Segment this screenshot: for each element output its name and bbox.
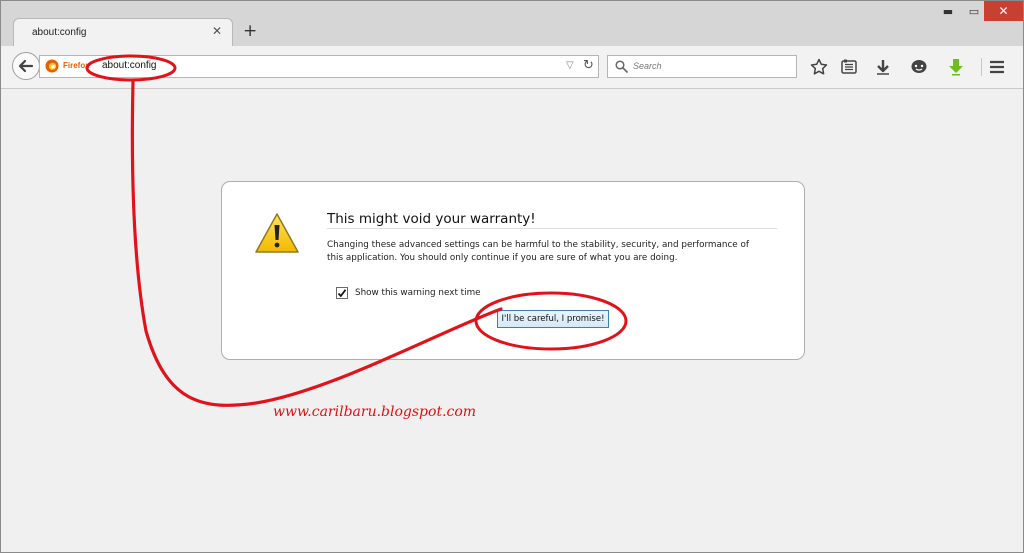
tab-about-config[interactable]: about:config ✕ bbox=[13, 18, 233, 47]
url-input[interactable]: about:config bbox=[102, 60, 157, 71]
new-tab-button[interactable]: + bbox=[243, 21, 257, 41]
title-bar: ▬ ▭ ✕ about:config ✕ + bbox=[1, 1, 1023, 47]
search-bar[interactable]: Search bbox=[607, 55, 797, 78]
show-warning-checkbox[interactable] bbox=[336, 287, 348, 299]
search-input[interactable]: Search bbox=[633, 61, 662, 71]
back-icon bbox=[18, 59, 34, 73]
warning-title: This might void your warranty! bbox=[327, 211, 536, 227]
chat-icon[interactable] bbox=[909, 57, 929, 77]
tab-title: about:config bbox=[32, 27, 87, 38]
warning-description: Changing these advanced settings can be … bbox=[327, 240, 749, 263]
dropdown-arrow-icon[interactable]: ▽ bbox=[566, 60, 574, 71]
menu-icon[interactable] bbox=[987, 57, 1007, 77]
bookmark-star-icon[interactable] bbox=[809, 57, 829, 77]
browser-window: ▬ ▭ ✕ about:config ✕ + Firefox about:con… bbox=[0, 0, 1024, 553]
careful-promise-button[interactable]: I'll be careful, I promise! bbox=[497, 310, 609, 328]
back-button[interactable] bbox=[12, 52, 40, 80]
download-green-icon[interactable] bbox=[946, 57, 966, 77]
url-bar[interactable]: Firefox about:config ▽ ↻ bbox=[39, 55, 599, 78]
reload-icon[interactable]: ↻ bbox=[583, 58, 594, 73]
warning-triangle-icon bbox=[255, 213, 299, 253]
firefox-logo-icon bbox=[45, 59, 59, 73]
identity-label[interactable]: Firefox bbox=[63, 61, 90, 70]
checkmark-icon bbox=[337, 289, 347, 298]
toolbar-separator bbox=[981, 58, 982, 76]
reading-list-icon[interactable] bbox=[839, 57, 859, 77]
close-window-button[interactable]: ✕ bbox=[984, 1, 1023, 21]
divider bbox=[327, 228, 777, 229]
navigation-bar: Firefox about:config ▽ ↻ Search bbox=[1, 46, 1023, 89]
download-arrow-icon[interactable] bbox=[873, 57, 893, 77]
search-icon bbox=[615, 60, 628, 73]
minimize-button[interactable]: ▬ bbox=[935, 1, 961, 21]
warning-dialog: This might void your warranty! Changing … bbox=[221, 181, 805, 360]
page-content: This might void your warranty! Changing … bbox=[1, 89, 1023, 552]
blog-watermark: www.carilbaru.blogspot.com bbox=[273, 404, 477, 420]
show-warning-label: Show this warning next time bbox=[355, 288, 481, 298]
tab-close-icon[interactable]: ✕ bbox=[212, 24, 222, 38]
